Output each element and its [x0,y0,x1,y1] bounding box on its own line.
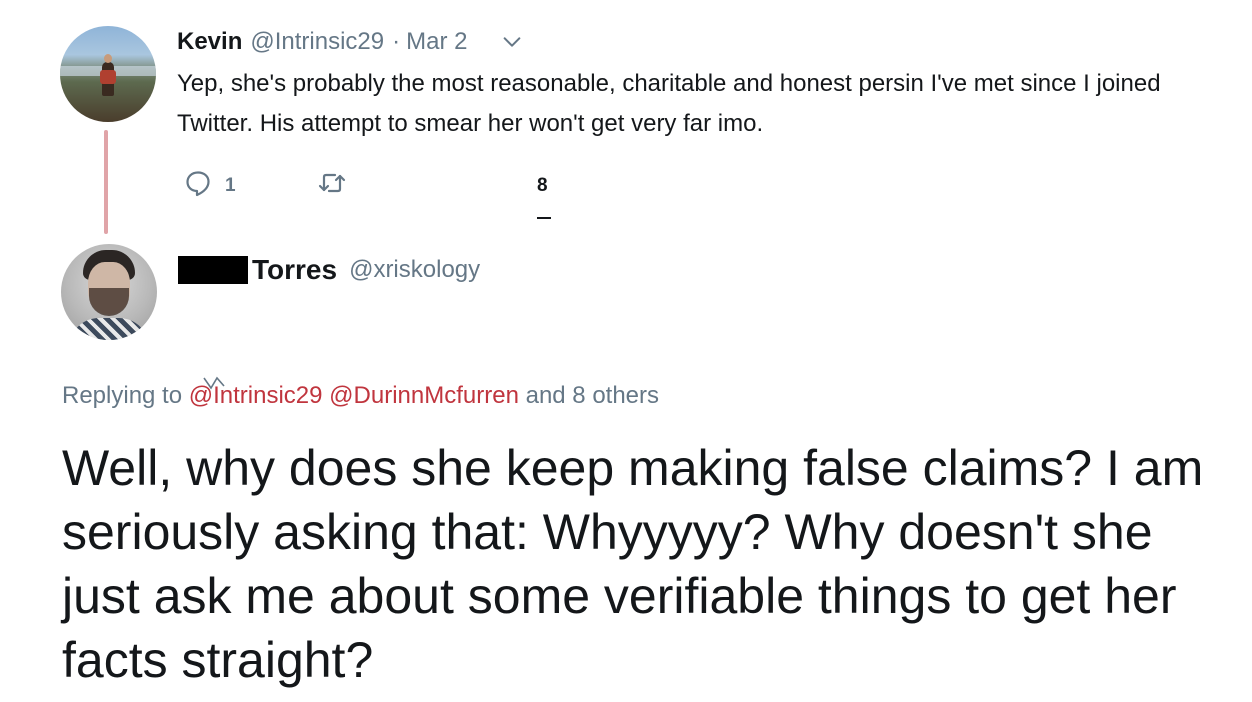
avatar-torres[interactable] [61,244,157,340]
separator-dot: · [392,28,401,55]
replying-prefix: Replying to [62,382,183,409]
avatar-shirt [100,70,116,84]
author-name[interactable]: Torres [252,254,337,286]
reply-icon [183,168,213,204]
chevron-down-icon[interactable] [501,31,523,53]
like-count: 8 [537,175,548,196]
tweet-date[interactable]: Mar 2 [406,28,467,56]
avatar-kevin[interactable] [60,26,156,122]
like-button[interactable]: 8 [537,175,551,219]
reply-tweet-header: Torres @xriskology [178,252,480,288]
parent-tweet-header: Kevin @Intrinsic29 · Mar 2 [177,26,523,58]
scribble-mark [203,376,225,390]
like-indicator [537,217,551,219]
redaction-bar [178,256,248,284]
author-handle[interactable]: @Intrinsic29 [250,28,384,56]
author-name[interactable]: Kevin [177,28,242,56]
mention-link[interactable]: @DurinnMcfurren [329,382,519,409]
tweet-thread: Kevin @Intrinsic29 · Mar 2 Yep, she's pr… [0,0,1252,702]
retweet-button[interactable] [317,168,537,204]
reply-tweet-text: Well, why does she keep making false cla… [62,440,1204,688]
author-handle[interactable]: @xriskology [349,256,480,284]
avatar-beard [89,288,129,316]
mention-link[interactable]: @Intrinsic29 [189,376,329,409]
thread-connector-line [104,130,108,234]
reply-count: 1 [225,175,236,196]
replying-to-line: Replying to @Intrinsic29 @DurinnMcfurren… [62,376,659,410]
avatar-shirt [69,318,149,340]
retweet-icon [317,168,347,204]
reply-button[interactable]: 1 [183,168,317,204]
parent-tweet-text: Yep, she's probably the most reasonable,… [177,70,1161,137]
replying-suffix[interactable]: and 8 others [526,382,659,409]
tweet-actions: 1 8 [183,168,551,219]
